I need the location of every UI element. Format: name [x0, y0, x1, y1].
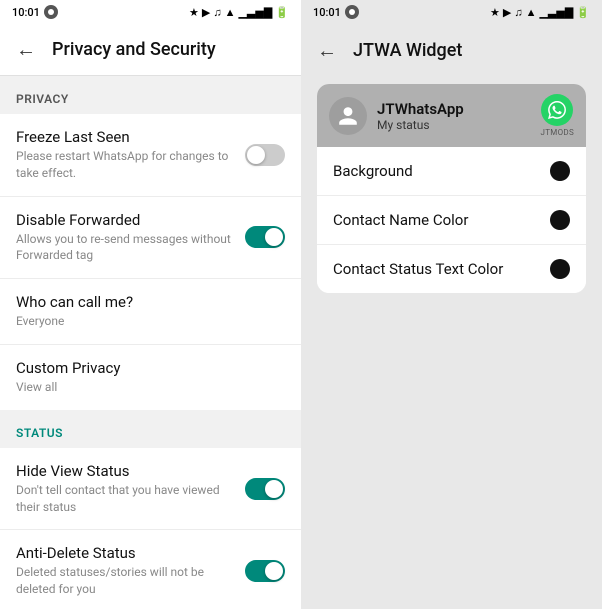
cast-icon: ▶	[202, 6, 210, 19]
widget-logo: JTMODS	[541, 94, 574, 137]
color-dot-contact-name[interactable]	[550, 210, 570, 230]
status-bar-right: 10:01 ★ ▶ ♫ ▲ ▁▃▅▇ 🔋	[301, 0, 602, 24]
setting-title-freeze: Freeze Last Seen	[16, 128, 245, 146]
section-label-privacy: PRIVACY	[0, 76, 301, 114]
setting-freeze-last-seen[interactable]: Freeze Last Seen Please restart WhatsApp…	[0, 114, 301, 197]
setting-custom-privacy[interactable]: Custom Privacy View all	[0, 345, 301, 410]
setting-subtitle-privacy: View all	[16, 379, 285, 396]
toggle-hide-view-status[interactable]	[245, 478, 285, 500]
widget-logo-text: JTMODS	[541, 128, 574, 137]
time-left: 10:01	[12, 6, 40, 19]
page-title-left: Privacy and Security	[52, 39, 216, 60]
color-label-contact-name: Contact Name Color	[333, 211, 468, 229]
setting-who-can-call[interactable]: Who can call me? Everyone	[0, 279, 301, 345]
color-label-background: Background	[333, 162, 413, 180]
widget-status-text: My status	[377, 118, 541, 132]
headphone-icon: ♫	[213, 6, 221, 19]
page-title-right: JTWA Widget	[353, 40, 462, 61]
widget-avatar	[329, 97, 367, 135]
status-bar-left: 10:01 ★ ▶ ♫ ▲ ▁▃▅▇ 🔋	[0, 0, 301, 24]
battery-icon: 🔋	[275, 6, 289, 19]
battery-icon-right: 🔋	[576, 6, 590, 19]
signal-icon-right: ▁▃▅▇	[539, 6, 573, 19]
setting-subtitle-call: Everyone	[16, 313, 285, 330]
bluetooth-icon-right: ★	[490, 6, 500, 19]
toggle-anti-delete-status[interactable]	[245, 560, 285, 582]
color-label-contact-status: Contact Status Text Color	[333, 260, 503, 278]
status-icons-right: ★ ▶ ♫ ▲ ▁▃▅▇ 🔋	[490, 6, 590, 19]
wifi-icon: ▲	[225, 6, 236, 19]
time-right: 10:01	[313, 6, 341, 19]
signal-icon: ▁▃▅▇	[238, 6, 272, 19]
wifi-icon-right: ▲	[526, 6, 537, 19]
toggle-knob	[247, 146, 265, 164]
bluetooth-icon: ★	[189, 6, 199, 19]
headphone-icon-right: ♫	[514, 6, 522, 19]
widget-name-area: JTWhatsApp My status	[377, 100, 541, 132]
color-settings-card: Background Contact Name Color Contact St…	[317, 147, 586, 293]
setting-text-freeze: Freeze Last Seen Please restart WhatsApp…	[16, 128, 245, 182]
setting-text-privacy: Custom Privacy View all	[16, 359, 285, 396]
right-panel: 10:01 ★ ▶ ♫ ▲ ▁▃▅▇ 🔋 ← JTWA Widget JTWha…	[301, 0, 602, 609]
setting-anti-delete-status[interactable]: Anti-Delete Status Deleted statuses/stor…	[0, 530, 301, 609]
notification-dot-left	[44, 5, 58, 19]
setting-text-call: Who can call me? Everyone	[16, 293, 285, 330]
left-panel: 10:01 ★ ▶ ♫ ▲ ▁▃▅▇ 🔋 ← Privacy and Secur…	[0, 0, 301, 609]
setting-title-privacy: Custom Privacy	[16, 359, 285, 377]
setting-title-forwarded: Disable Forwarded	[16, 211, 245, 229]
setting-hide-view-status[interactable]: Hide View Status Don't tell contact that…	[0, 448, 301, 531]
setting-title-anti-delete: Anti-Delete Status	[16, 544, 245, 562]
back-button-left[interactable]: ←	[16, 37, 36, 62]
color-setting-contact-status[interactable]: Contact Status Text Color	[317, 245, 586, 293]
setting-subtitle-anti-delete: Deleted statuses/stories will not be del…	[16, 564, 245, 598]
right-header: ← JTWA Widget	[301, 24, 602, 76]
setting-subtitle-freeze: Please restart WhatsApp for changes to t…	[16, 148, 245, 182]
privacy-card: Freeze Last Seen Please restart WhatsApp…	[0, 114, 301, 410]
color-dot-contact-status[interactable]	[550, 259, 570, 279]
toggle-knob	[265, 562, 283, 580]
widget-header: JTWhatsApp My status JTMODS	[317, 84, 586, 147]
status-time-left: 10:01	[12, 5, 58, 19]
section-label-status: Status	[0, 410, 301, 448]
left-header: ← Privacy and Security	[0, 24, 301, 76]
setting-text-anti-delete: Anti-Delete Status Deleted statuses/stor…	[16, 544, 245, 598]
color-setting-contact-name[interactable]: Contact Name Color	[317, 196, 586, 245]
setting-title-call: Who can call me?	[16, 293, 285, 311]
notification-dot-right	[345, 5, 359, 19]
color-setting-background[interactable]: Background	[317, 147, 586, 196]
cast-icon-right: ▶	[503, 6, 511, 19]
toggle-knob	[265, 228, 283, 246]
color-dot-background[interactable]	[550, 161, 570, 181]
toggle-freeze-last-seen[interactable]	[245, 144, 285, 166]
widget-preview: JTWhatsApp My status JTMODS Background C…	[317, 84, 586, 293]
setting-text-hide-view: Hide View Status Don't tell contact that…	[16, 462, 245, 516]
status-card: Hide View Status Don't tell contact that…	[0, 448, 301, 609]
back-button-right[interactable]: ←	[317, 38, 337, 63]
toggle-knob	[265, 480, 283, 498]
setting-subtitle-forwarded: Allows you to re-send messages without F…	[16, 231, 245, 265]
left-content: PRIVACY Freeze Last Seen Please restart …	[0, 76, 301, 609]
setting-disable-forwarded[interactable]: Disable Forwarded Allows you to re-send …	[0, 197, 301, 280]
setting-title-hide-view: Hide View Status	[16, 462, 245, 480]
status-time-right: 10:01	[313, 5, 359, 19]
setting-subtitle-hide-view: Don't tell contact that you have viewed …	[16, 482, 245, 516]
toggle-disable-forwarded[interactable]	[245, 226, 285, 248]
widget-name-text: JTWhatsApp	[377, 100, 541, 118]
setting-text-forwarded: Disable Forwarded Allows you to re-send …	[16, 211, 245, 265]
status-icons-left: ★ ▶ ♫ ▲ ▁▃▅▇ 🔋	[189, 6, 289, 19]
whatsapp-logo-icon	[541, 94, 573, 126]
